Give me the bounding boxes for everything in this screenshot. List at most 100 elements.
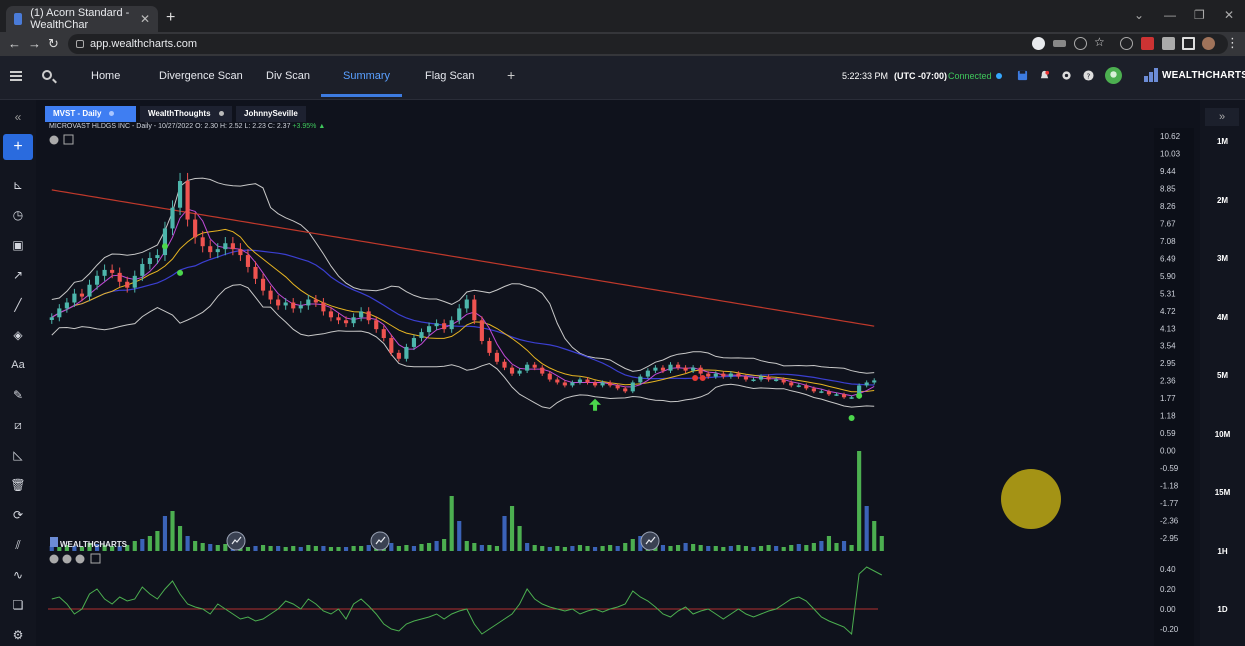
chart-tab-mvst[interactable]: MVST - Daily	[45, 106, 136, 122]
extension-icon-2[interactable]	[1141, 37, 1154, 50]
indicators-icon[interactable]: ⊾	[3, 172, 33, 198]
volume-bar	[321, 546, 326, 551]
new-tab-button[interactable]: +	[166, 9, 175, 27]
layers-icon[interactable]: ❏	[3, 592, 33, 618]
tab-flag-scan[interactable]: Flag Scan	[425, 70, 475, 82]
save-icon[interactable]	[1017, 70, 1028, 81]
draw-icon[interactable]: ∿	[3, 562, 33, 588]
trend-line-icon[interactable]: ↗	[3, 262, 33, 288]
candle-body	[72, 293, 77, 303]
volume-bar	[540, 546, 545, 551]
chart-tab-wealththoughts[interactable]: WealthThoughts	[140, 106, 232, 122]
menu-kebab-icon[interactable]: ⋮	[1226, 35, 1239, 51]
puzzle-icon[interactable]	[1162, 37, 1175, 50]
share-icon[interactable]	[1074, 37, 1087, 50]
close-tab-icon[interactable]: ✕	[140, 12, 150, 26]
volume-bar	[796, 544, 801, 551]
candle-body	[834, 394, 839, 396]
volume-bar	[819, 541, 824, 551]
candle-body	[79, 293, 85, 297]
price-chart[interactable]: 10.62 10.03 9.44 8.85 8.26 7.67 7.08 6.49 5.90 5.…	[36, 128, 1198, 646]
candle-body	[359, 311, 364, 318]
collapse-toolbar-button[interactable]: «	[3, 104, 33, 130]
candle-body	[94, 275, 100, 285]
bookmark-star-icon[interactable]: ☆	[1094, 35, 1105, 49]
search-icon[interactable]	[42, 70, 52, 80]
refresh-icon[interactable]: ⟳	[3, 502, 33, 528]
key-icon[interactable]	[1053, 40, 1066, 47]
sidepanel-icon[interactable]	[1182, 37, 1195, 50]
volume-bar	[804, 545, 809, 551]
volume-bars: WEALTHCHARTS	[49, 451, 884, 551]
pencil-icon[interactable]: ✎	[3, 382, 33, 408]
google-icon[interactable]	[1032, 37, 1045, 50]
volume-bar	[442, 539, 447, 551]
volume-bar	[781, 547, 786, 551]
candle-body	[208, 246, 213, 253]
timeframe-1m[interactable]: 1M	[1200, 137, 1245, 146]
profile-avatar[interactable]	[1202, 37, 1215, 50]
tab-divergence-scan[interactable]: Divergence Scan	[159, 70, 243, 82]
window-close-button[interactable]: ✕	[1224, 8, 1234, 22]
browser-tab[interactable]: (1) Acorn Standard - WealthChar ✕	[6, 6, 158, 32]
forward-icon[interactable]: →	[28, 36, 41, 51]
candle-body	[774, 379, 779, 382]
lightbulb-icon[interactable]	[1105, 67, 1122, 84]
watermark-logo-icon	[50, 537, 58, 547]
add-tab-button[interactable]: +	[507, 67, 515, 83]
timeframe-2m[interactable]: 2M	[1200, 196, 1245, 205]
clock-icon[interactable]: ◷	[3, 202, 33, 228]
shapes-icon[interactable]: ◈	[3, 322, 33, 348]
volume-bar	[721, 547, 726, 551]
volume-bar	[600, 546, 605, 551]
tab-summary[interactable]: Summary	[343, 70, 390, 82]
restore-button[interactable]: ❐	[1194, 8, 1205, 22]
timeframe-1h[interactable]: 1H	[1200, 547, 1245, 556]
line-icon[interactable]: ╱	[3, 292, 33, 318]
timeframe-5m[interactable]: 5M	[1200, 371, 1245, 380]
trash-icon[interactable]: 🗑	[3, 472, 33, 498]
calendar-icon[interactable]: ▣	[3, 232, 33, 258]
buy-arrow-icon	[589, 398, 602, 411]
timeframe-1d[interactable]: 1D	[1200, 605, 1245, 614]
volume-bar	[841, 541, 847, 551]
reload-icon[interactable]: ↻	[48, 36, 59, 52]
candle-body	[449, 320, 454, 330]
price-tick-label: 4.13	[1160, 324, 1176, 333]
lower-band-line	[51, 284, 875, 409]
candle-body	[132, 275, 137, 288]
back-icon[interactable]: ←	[8, 36, 21, 51]
bell-icon[interactable]	[1039, 70, 1050, 81]
price-tick-label: -1.18	[1160, 482, 1179, 491]
hamburger-menu-icon[interactable]	[10, 71, 22, 81]
candle-body	[570, 382, 575, 386]
text-icon[interactable]: Aa	[3, 352, 33, 378]
candle-body	[125, 281, 130, 288]
volume-bar	[608, 545, 613, 551]
candle-body	[155, 255, 160, 259]
timeframe-3m[interactable]: 3M	[1200, 254, 1245, 263]
volume-bar	[343, 547, 349, 551]
ruler-icon[interactable]: ⧄	[3, 412, 33, 438]
help-icon[interactable]: ?	[1083, 70, 1094, 81]
extension-icon-1[interactable]	[1120, 37, 1133, 50]
collapse-right-panel-button[interactable]: »	[1205, 108, 1239, 126]
chart-icon[interactable]: ⫽	[3, 532, 33, 558]
settings-gear-icon[interactable]	[1061, 70, 1072, 81]
timeframe-15m[interactable]: 15M	[1200, 488, 1245, 497]
volume-bar	[419, 544, 424, 551]
candle-body	[147, 258, 152, 264]
tab-home[interactable]: Home	[91, 70, 120, 82]
tab-div-scan[interactable]: Div Scan	[266, 70, 310, 82]
candle-body	[811, 388, 816, 392]
signal-dot-green	[848, 415, 855, 422]
add-drawing-button[interactable]: +	[3, 134, 33, 160]
settings-icon[interactable]: ⚙	[3, 622, 33, 646]
volume-bar	[268, 546, 273, 551]
chart-tab-johnnyseville[interactable]: JohnnySeville	[236, 106, 306, 122]
timeframe-10m[interactable]: 10M	[1200, 430, 1245, 439]
minimize-button[interactable]: —	[1164, 8, 1176, 22]
tab-search-icon[interactable]: ⌄	[1134, 8, 1144, 22]
timeframe-4m[interactable]: 4M	[1200, 313, 1245, 322]
measure-icon[interactable]: ◺	[3, 442, 33, 468]
